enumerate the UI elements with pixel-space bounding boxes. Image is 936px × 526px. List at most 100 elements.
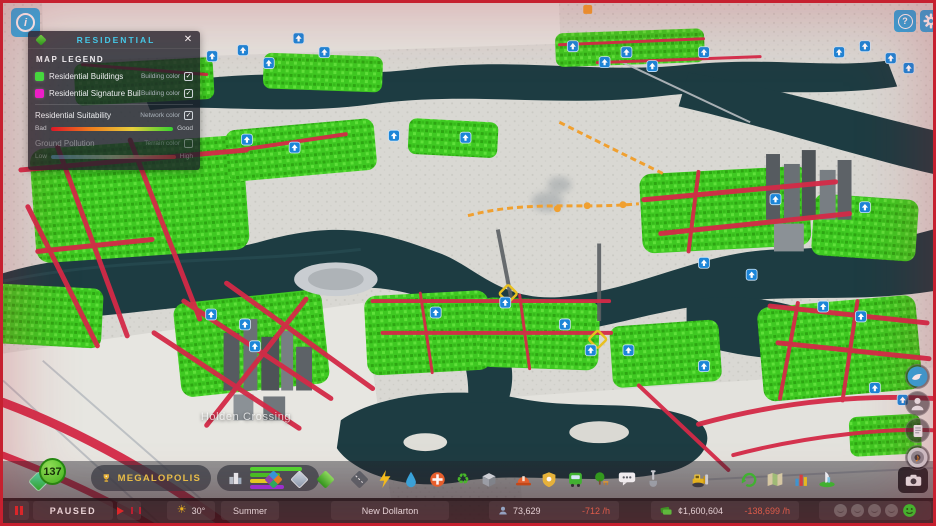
roads-icon[interactable] [349,469,369,489]
level-up-notification-icon[interactable] [884,52,897,65]
level-up-notification-icon[interactable] [249,340,261,353]
chirper-button[interactable] [905,364,930,389]
residential-infoview-icon [35,33,47,46]
citizens-button[interactable] [905,391,930,416]
economy-icon[interactable] [739,469,759,489]
statistics-icon[interactable] [791,469,811,489]
level-up-notification-icon[interactable] [499,296,512,309]
money-icon [660,506,672,515]
level-up-notification-icon[interactable] [584,344,597,357]
level-up-notification-icon[interactable] [855,310,867,323]
legend-title: RESIDENTIAL [76,34,156,45]
zones-icon[interactable] [263,469,283,489]
level-up-notification-icon[interactable] [288,141,301,154]
healthcare-icon[interactable] [427,469,447,489]
level-up-notification-icon[interactable] [817,300,830,313]
level-up-notification-icon[interactable] [206,50,219,63]
bulldozer-icon[interactable] [691,469,711,489]
legend-item-signature-buildings: Residential Signature Buildings Building… [28,85,200,102]
muted-notification-icon [867,504,881,517]
landscaping-icon[interactable] [315,469,335,489]
muted-notification-icon [833,504,847,517]
side-panel-buttons: ♪ [905,364,930,470]
garbage-icon[interactable]: ♻ [453,469,473,489]
legend-item-label: Residential Signature Buildings [49,89,141,98]
temperature-widget[interactable]: ☀ 30° [167,501,215,520]
level-up-notification-icon[interactable] [459,131,472,144]
fire-rescue-icon[interactable] [513,469,533,489]
radio-button[interactable]: ♪ [905,445,930,470]
close-icon[interactable]: ✕ [182,34,194,45]
temperature-value: 30° [191,505,206,516]
money-value: ¢1,600,604 [678,505,724,516]
level-up-notification-icon[interactable] [598,56,611,68]
level-up-notification-icon[interactable] [646,60,659,72]
districts-icon[interactable] [289,469,309,489]
xp-widget[interactable]: 137 [27,458,83,502]
water-icon[interactable] [401,469,421,489]
legend-item-suitability: Residential Suitability Network color ✓ [28,107,200,124]
photo-mode-button[interactable] [898,467,928,493]
level-up-notification-icon[interactable] [859,201,871,214]
milestone-widget[interactable]: MEGALOPOLIS [91,465,211,491]
level-up-notification-icon[interactable] [239,318,251,331]
level-up-notification-icon[interactable] [620,46,633,59]
suitability-gradient-bar [50,126,174,131]
communications-icon[interactable] [617,469,637,489]
level-up-notification-icon[interactable] [698,46,710,59]
happiness-smiley-icon [902,504,916,517]
population-widget[interactable]: 73,629 -712 /h [489,501,619,520]
help-button[interactable]: ? [894,10,916,32]
city-journal-button[interactable] [905,418,930,443]
level-up-notification-icon[interactable] [318,46,331,59]
level-up-notification-icon[interactable] [769,193,782,206]
parks-icon[interactable] [591,469,611,489]
level-up-notification-icon[interactable] [388,129,400,142]
education-icon[interactable] [479,469,499,489]
simulation-state[interactable]: PAUSED [33,501,113,520]
svg-text:♪: ♪ [915,453,921,465]
level-up-notification-icon[interactable] [292,32,305,45]
season-widget[interactable]: Summer [221,501,279,520]
level-up-notification-icon[interactable] [262,57,275,69]
settings-button[interactable] [920,10,933,32]
electricity-icon[interactable] [375,469,395,489]
transportation-icon[interactable] [565,469,585,489]
legend-item-label: Residential Suitability [35,111,112,120]
city-level-badge: 137 [39,458,66,485]
level-up-notification-icon[interactable] [868,382,881,394]
level-up-notification-icon[interactable] [698,360,710,373]
level-up-notification-icon[interactable] [241,133,253,146]
level-up-notification-icon[interactable] [698,256,710,269]
money-widget[interactable]: ¢1,600,604 -138,699 /h [651,501,799,520]
city-services-icon[interactable] [817,469,837,489]
level-up-notification-icon[interactable] [237,44,249,57]
level-up-notification-icon[interactable] [833,46,845,59]
level-up-notification-icon[interactable] [745,268,758,281]
pause-button[interactable] [9,501,29,520]
police-icon[interactable] [539,469,559,489]
level-up-notification-icon[interactable] [566,40,579,53]
city-name[interactable]: New Dollarton [331,501,449,520]
speed-button[interactable] [117,501,141,520]
level-up-notification-icon[interactable] [205,308,218,321]
level-up-notification-icon[interactable] [429,306,442,319]
checkbox[interactable]: ✓ [184,72,193,81]
divider [35,104,193,105]
notification-summary[interactable] [819,501,931,520]
terraforming-icon[interactable] [643,469,663,489]
gradient-max-label: High [179,153,193,160]
gear-icon [923,13,933,29]
level-up-notification-icon[interactable] [622,344,635,357]
district-label: Holden Crossing [200,411,292,423]
map-tiles-icon[interactable] [765,469,785,489]
pollution-gradient-row: Low High [28,152,200,163]
checkbox[interactable] [184,139,193,148]
toolbar-icons: ♻ [263,469,837,489]
play-icon [117,506,124,515]
level-up-notification-icon[interactable] [559,318,571,331]
level-up-notification-icon[interactable] [902,62,915,74]
level-up-notification-icon[interactable] [859,40,871,53]
checkbox[interactable]: ✓ [184,89,193,98]
checkbox[interactable]: ✓ [184,111,193,120]
